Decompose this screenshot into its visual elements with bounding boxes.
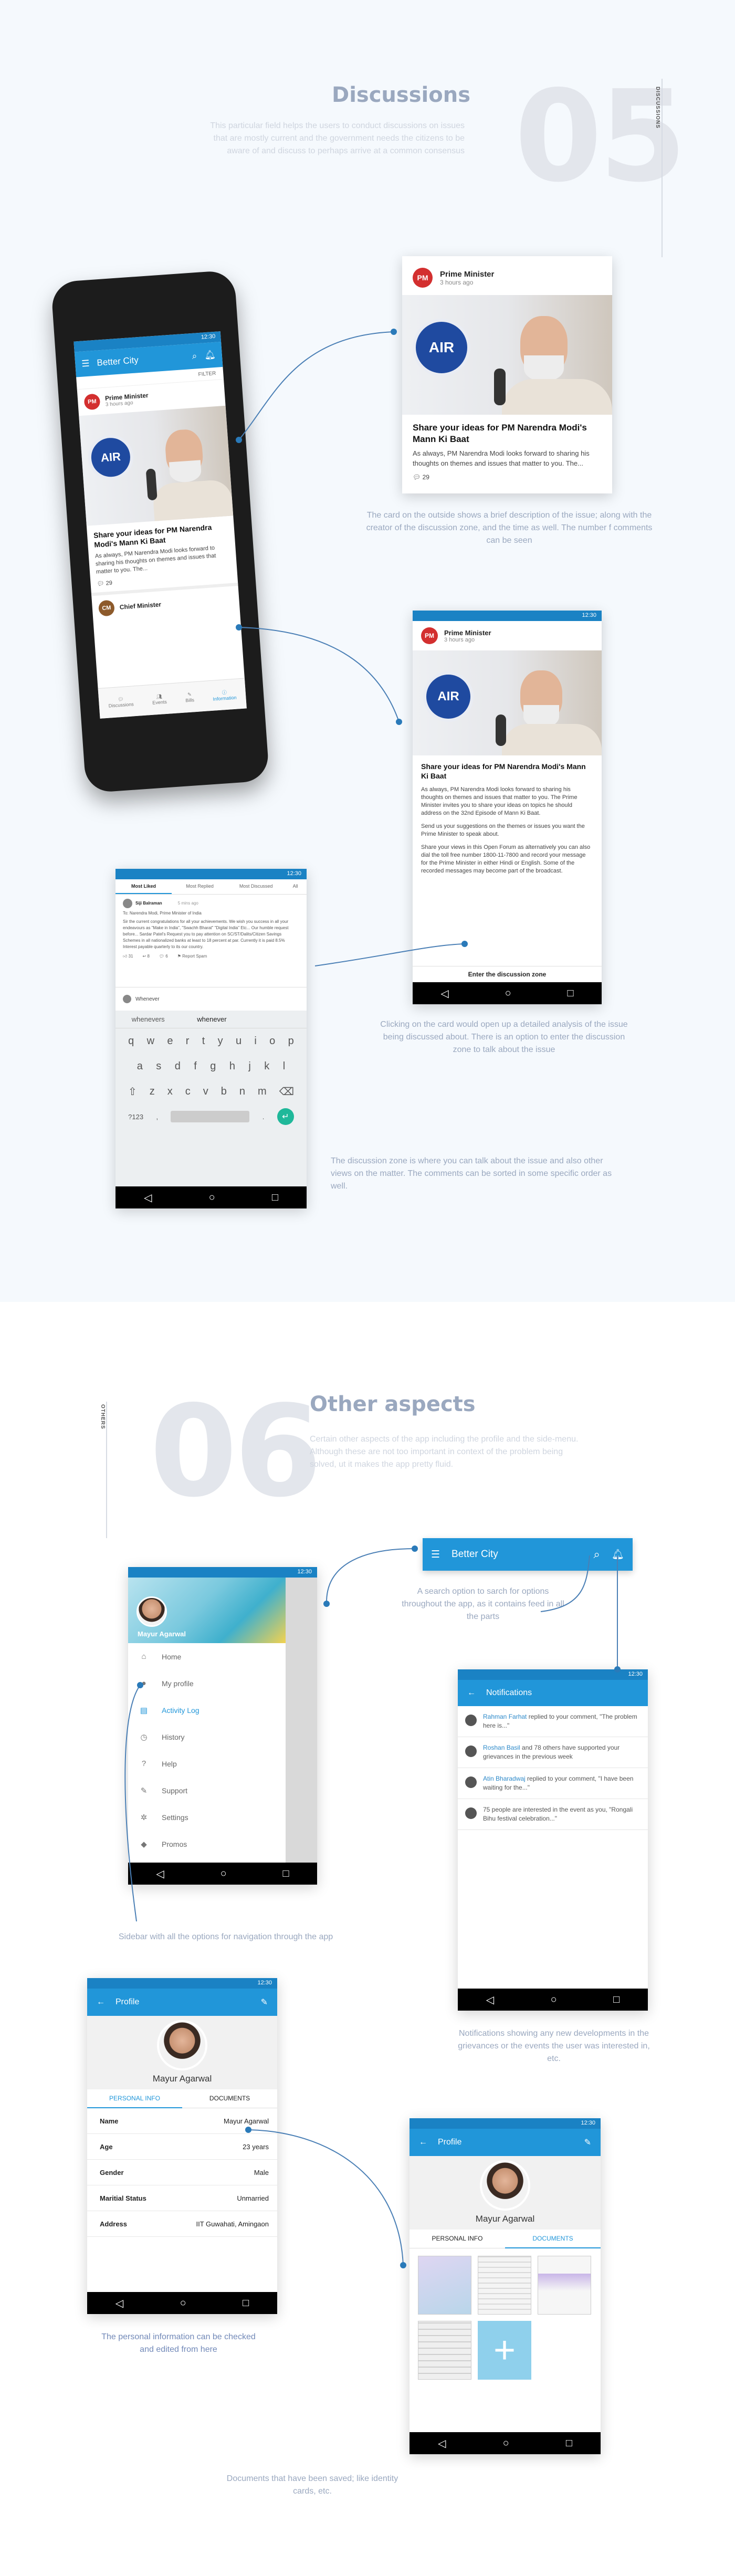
connector-dot	[412, 1545, 418, 1552]
connector-dot	[323, 1601, 330, 1607]
connector-dot	[614, 1666, 621, 1673]
connector-dot	[396, 719, 402, 725]
section-discussions: Discussions This particular field helps …	[0, 0, 735, 1302]
connector-dot	[400, 2262, 406, 2268]
connector-dot	[245, 2127, 251, 2133]
connector-lines	[238, 331, 465, 966]
connector-dot	[391, 329, 397, 335]
connector-dot	[461, 941, 468, 947]
connector-dot	[236, 624, 242, 630]
section-other-aspects: OTHERS 06 Other aspects Certain other as…	[0, 1302, 735, 2576]
connector-dot	[137, 1682, 143, 1688]
connector-lines	[124, 1548, 618, 2266]
connector-dot	[236, 437, 242, 443]
